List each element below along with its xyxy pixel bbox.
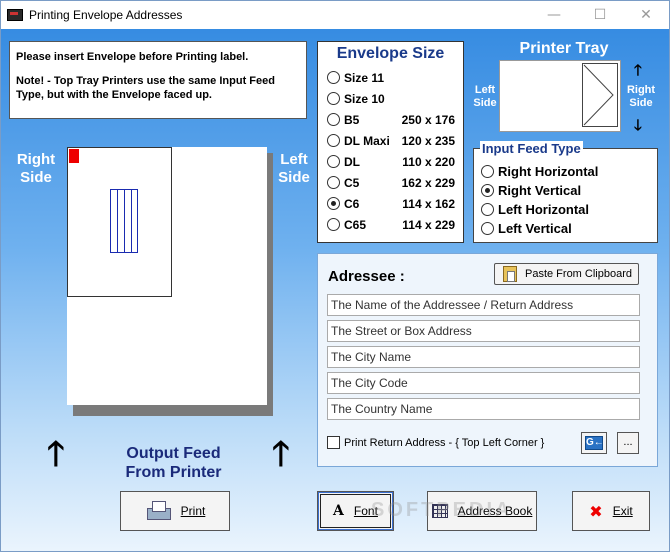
input-feed-label: Left Horizontal <box>498 202 589 217</box>
envelope-size-dims: 110 x 220 <box>402 154 455 169</box>
addressee-panel: Adressee : Paste From Clipboard Print Re… <box>317 253 658 467</box>
input-feed-label: Left Vertical <box>498 221 572 236</box>
notice-line-1: Please insert Envelope before Printing l… <box>16 51 249 63</box>
app-envelope-icon <box>7 9 23 21</box>
preview-left-side-label: Left Side <box>278 151 310 186</box>
tray-right-side-label: Right Side <box>626 84 656 109</box>
radio-button[interactable] <box>481 165 494 178</box>
address-book-button-label: Address Book <box>457 504 533 518</box>
address-book-button[interactable]: Address Book <box>427 491 537 531</box>
input-feed-label: Right Horizontal <box>498 164 599 179</box>
input-feed-legend: Input Feed Type <box>480 141 583 156</box>
envelope-size-dims: 250 x 176 <box>401 112 455 127</box>
title-bar[interactable]: Printing Envelope Addresses — ☐ ✕ <box>1 1 669 29</box>
printer-tray-preview <box>499 60 621 132</box>
printer-icon <box>145 500 171 522</box>
radio-button[interactable] <box>481 222 494 235</box>
maximize-button[interactable]: ☐ <box>577 1 623 29</box>
radio-button[interactable] <box>327 92 340 105</box>
radio-button[interactable] <box>327 155 340 168</box>
envelope-size-dims: 162 x 229 <box>401 175 455 190</box>
minimize-button[interactable]: — <box>531 1 577 29</box>
street-address-field[interactable] <box>327 320 640 342</box>
envelope-size-label: B5 <box>344 112 360 127</box>
font-button[interactable]: A Font <box>317 491 394 531</box>
paste-button-label: Paste From Clipboard <box>525 268 632 280</box>
envelope-size-label: C65 <box>344 217 367 232</box>
envelope-size-option[interactable]: B5 250 x 176 <box>318 109 463 130</box>
envelope-preview <box>67 147 172 297</box>
print-button-label: Print <box>180 504 206 518</box>
envelope-size-label: C6 <box>344 196 360 211</box>
envelope-size-header: Envelope Size <box>336 45 445 62</box>
envelope-size-label: DL Maxi <box>344 133 390 148</box>
output-feed-label: Output Feed From Printer <box>125 445 222 481</box>
tray-left-side-label: Left Side <box>473 84 497 109</box>
radio-button[interactable] <box>327 134 340 147</box>
print-button[interactable]: Print <box>120 491 230 531</box>
app-window: Printing Envelope Addresses — ☐ ✕ Please… <box>0 0 670 552</box>
envelope-size-label: Size 10 <box>344 91 385 106</box>
tray-envelope-shape <box>582 63 618 127</box>
paste-from-clipboard-button[interactable]: Paste From Clipboard <box>494 263 639 285</box>
stamp-marker <box>69 149 79 163</box>
envelope-size-dims: 120 x 235 <box>401 133 455 148</box>
addressee-title: Adressee : <box>328 268 405 285</box>
notice-line-2: Note! - Top Tray Printers use the same I… <box>16 75 275 101</box>
tray-down-arrow-icon: 🡓 <box>634 116 642 134</box>
envelope-size-dims: 114 x 162 <box>402 196 455 211</box>
return-address-icon: G← <box>585 436 604 450</box>
envelope-size-option[interactable]: DL Maxi 120 x 235 <box>318 130 463 151</box>
font-button-label: Font <box>353 504 378 518</box>
preview-right-side-label: Right Side <box>16 151 56 186</box>
address-book-icon <box>431 504 448 518</box>
envelope-size-option[interactable]: Size 11 <box>318 67 463 88</box>
envelope-size-option[interactable]: C65 114 x 229 <box>318 214 463 235</box>
input-feed-option[interactable]: Left Vertical <box>474 219 657 238</box>
exit-icon: ✖ <box>589 501 603 521</box>
exit-button-label: Exit <box>612 504 633 518</box>
checkbox-box[interactable] <box>327 436 340 449</box>
radio-button[interactable] <box>327 176 340 189</box>
radio-button[interactable] <box>327 113 340 126</box>
print-return-address-label: Print Return Address - { Top Left Corner… <box>344 436 545 449</box>
input-feed-option[interactable]: Left Horizontal <box>474 200 657 219</box>
radio-button[interactable] <box>327 197 340 210</box>
envelope-size-dims: 114 x 229 <box>402 217 455 232</box>
notice-panel: Please insert Envelope before Printing l… <box>9 41 307 119</box>
country-name-field[interactable] <box>327 398 640 420</box>
radio-button[interactable] <box>327 218 340 231</box>
envelope-size-panel: Envelope Size Size 11 Size 10 B5 250 x 176 D… <box>317 41 464 243</box>
print-return-address-checkbox[interactable]: Print Return Address - { Top Left Corner… <box>327 436 544 449</box>
envelope-size-option[interactable]: C5 162 x 229 <box>318 172 463 193</box>
radio-button[interactable] <box>481 184 494 197</box>
more-options-button[interactable]: ... <box>617 432 639 454</box>
printer-tray-title: Printer Tray <box>519 40 609 57</box>
envelope-size-label: C5 <box>344 175 360 190</box>
output-left-arrow-icon: 🡑 <box>47 434 65 474</box>
city-name-field[interactable] <box>327 346 640 368</box>
close-button[interactable]: ✕ <box>623 1 669 29</box>
input-feed-option[interactable]: Right Vertical <box>474 181 657 200</box>
clipboard-icon <box>503 266 517 282</box>
input-feed-label: Right Vertical <box>498 183 582 198</box>
addressee-name-field[interactable] <box>327 294 640 316</box>
city-code-field[interactable] <box>327 372 640 394</box>
output-right-arrow-icon: 🡑 <box>272 434 290 474</box>
font-icon: A <box>333 503 344 519</box>
address-label-preview <box>110 189 138 253</box>
window-title: Printing Envelope Addresses <box>29 8 183 22</box>
radio-button[interactable] <box>481 203 494 216</box>
envelope-size-option[interactable]: DL 110 x 220 <box>318 151 463 172</box>
envelope-size-label: Size 11 <box>344 70 385 85</box>
input-feed-option[interactable]: Right Horizontal <box>474 162 657 181</box>
envelope-size-label: DL <box>344 154 360 169</box>
tray-up-arrow-icon: 🡑 <box>634 61 642 79</box>
exit-button[interactable]: ✖ Exit <box>572 491 650 531</box>
envelope-size-option[interactable]: Size 10 <box>318 88 463 109</box>
input-feed-type-group: Input Feed Type Right Horizontal Right Ve… <box>473 141 658 243</box>
radio-button[interactable] <box>327 71 340 84</box>
envelope-size-option[interactable]: C6 114 x 162 <box>318 193 463 214</box>
return-address-button[interactable]: G← <box>581 432 607 454</box>
